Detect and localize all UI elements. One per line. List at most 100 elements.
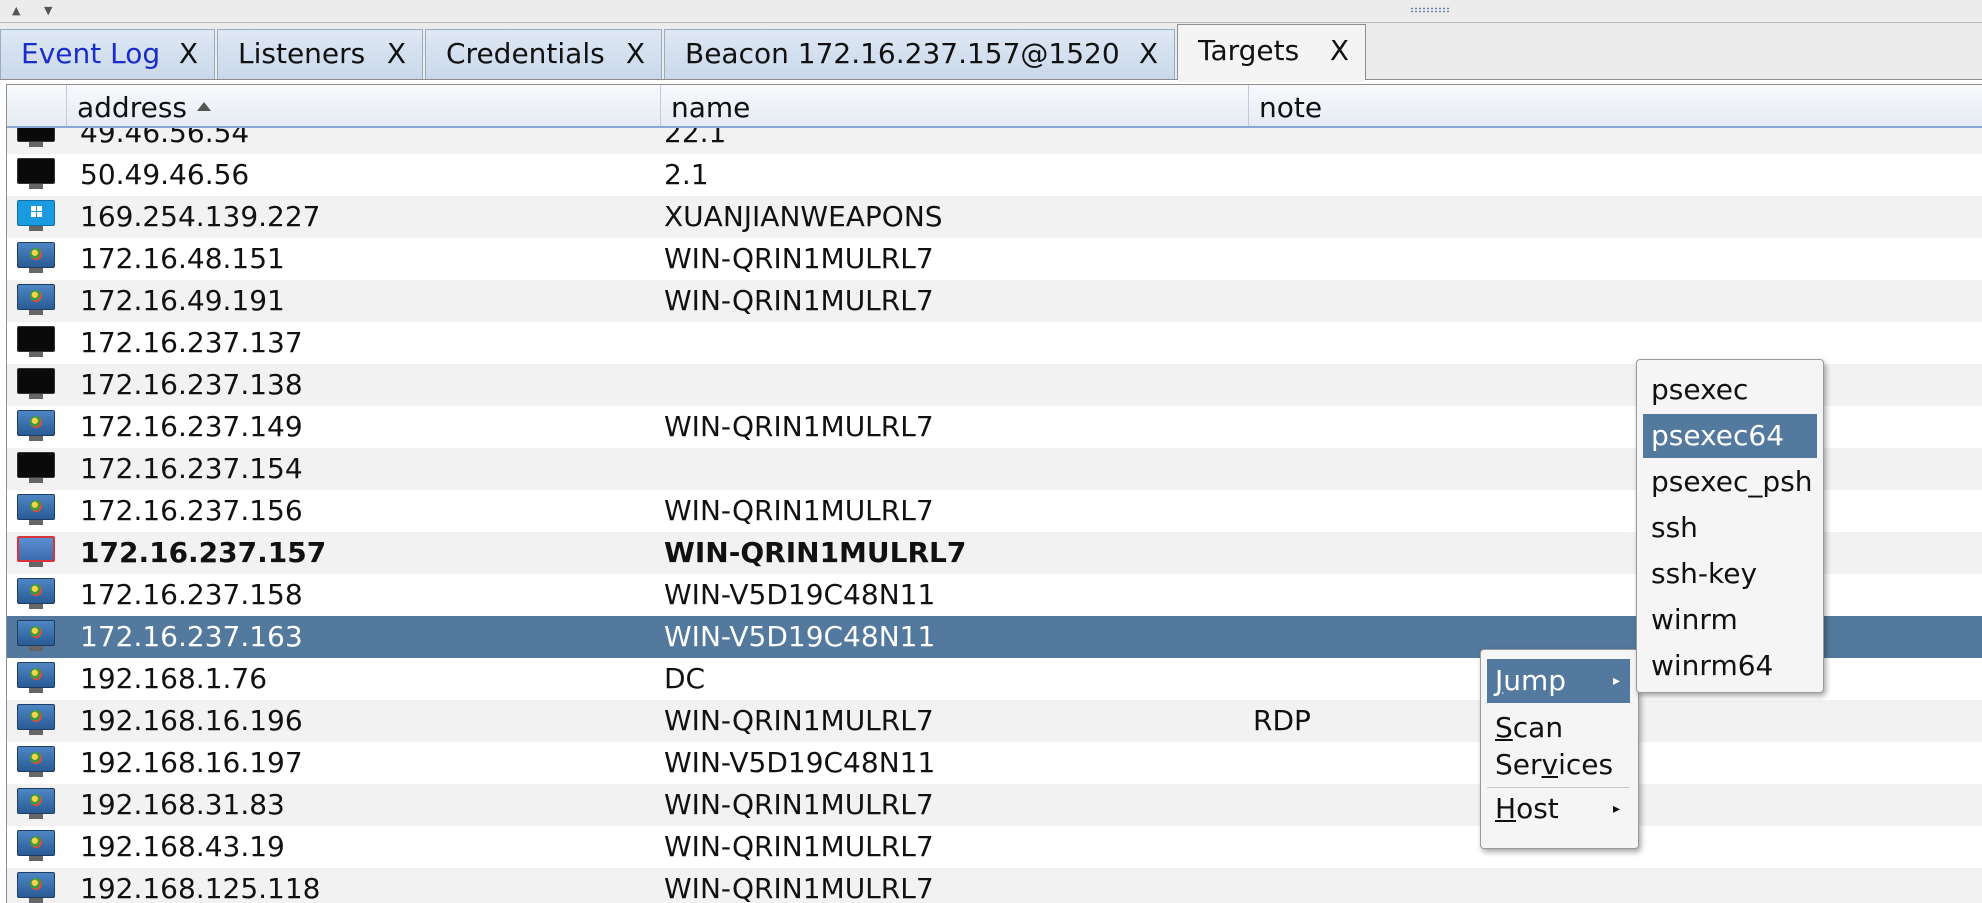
monitor-screen <box>17 200 55 226</box>
menu-item-label: ump <box>1503 664 1567 697</box>
icon-column-header[interactable] <box>7 85 67 126</box>
jump-option-psexec64[interactable]: psexec64 <box>1643 414 1817 458</box>
black-monitor-icon <box>17 452 57 484</box>
name-cell: WIN-QRIN1MULRL7 <box>664 536 967 569</box>
window-top-strip: ▲ ▼ <box>0 0 1982 23</box>
monitor-stand <box>29 268 43 273</box>
context-menu-item-host[interactable]: Host ▸ <box>1487 787 1630 831</box>
monitor-stand <box>29 226 43 231</box>
tab-credentials[interactable]: Credentials X <box>425 29 662 79</box>
address-cell: 192.168.1.76 <box>80 662 268 695</box>
note-cell <box>1253 128 1753 154</box>
mnemonic-letter: v <box>1541 748 1559 781</box>
monitor-stand <box>29 310 43 315</box>
tab-listeners[interactable]: Listeners X <box>217 29 423 79</box>
monitor-stand <box>29 562 43 567</box>
monitor-screen <box>17 662 55 688</box>
tab-label: Listeners <box>238 37 366 70</box>
address-cell: 50.49.46.56 <box>80 158 250 191</box>
split-pane-grip[interactable] <box>1410 7 1450 13</box>
context-menu-item-jump[interactable]: Jump ▸ <box>1487 659 1630 703</box>
address-cell: 172.16.237.157 <box>80 536 327 569</box>
column-header-label: address <box>77 91 188 124</box>
tab-close-icon[interactable]: X <box>1139 30 1158 78</box>
column-header-name[interactable]: name <box>661 85 1249 126</box>
beacon-windows-icon <box>17 536 57 568</box>
column-header-address[interactable]: address <box>67 85 661 126</box>
table-row[interactable]: 192.168.16.196 WIN-QRIN1MULRL7 RDP <box>7 700 1982 742</box>
jump-option-ssh-key[interactable]: ssh-key <box>1643 552 1817 596</box>
table-row[interactable]: 192.168.43.19 WIN-QRIN1MULRL7 <box>7 826 1982 868</box>
menu-item-label: ost <box>1516 792 1559 825</box>
address-cell: 49.46.56.54 <box>80 128 250 149</box>
tab-close-icon[interactable]: X <box>179 30 198 78</box>
windows-icon <box>17 662 57 694</box>
name-cell: WIN-QRIN1MULRL7 <box>664 410 934 443</box>
note-cell <box>1253 238 1753 280</box>
column-header-label: name <box>671 91 751 124</box>
table-row[interactable]: 169.254.139.227 XUANJIANWEAPONS <box>7 196 1982 238</box>
tab-label: Targets <box>1198 34 1300 67</box>
black-monitor-icon <box>17 326 57 358</box>
monitor-stand <box>29 478 43 483</box>
address-cell: 172.16.237.154 <box>80 452 303 485</box>
scroll-down-arrow-icon[interactable]: ▼ <box>44 4 52 17</box>
jump-option-psexec-psh[interactable]: psexec_psh <box>1643 460 1817 504</box>
note-cell <box>1253 196 1753 238</box>
table-row[interactable]: 50.49.46.56 2.1 <box>7 154 1982 196</box>
name-cell: WIN-V5D19C48N11 <box>664 620 936 653</box>
address-cell: 192.168.43.19 <box>80 830 285 863</box>
table-row[interactable]: 192.168.31.83 WIN-QRIN1MULRL7 <box>7 784 1982 826</box>
address-cell: 172.16.237.158 <box>80 578 303 611</box>
note-cell <box>1253 868 1753 903</box>
monitor-screen <box>17 368 55 394</box>
table-row[interactable]: 172.16.49.191 WIN-QRIN1MULRL7 <box>7 280 1982 322</box>
address-cell: 192.168.125.118 <box>80 872 321 903</box>
address-cell: 172.16.49.191 <box>80 284 285 317</box>
name-cell <box>664 322 1234 364</box>
tab-close-icon[interactable]: X <box>387 30 406 78</box>
address-cell: 172.16.237.149 <box>80 410 303 443</box>
monitor-screen <box>17 128 55 142</box>
jump-option-winrm64[interactable]: winrm64 <box>1643 644 1817 688</box>
context-menu-item-services[interactable]: Services <box>1487 743 1630 787</box>
monitor-screen <box>17 242 55 268</box>
table-row[interactable]: 172.16.48.151 WIN-QRIN1MULRL7 <box>7 238 1982 280</box>
name-cell: DC <box>664 662 706 695</box>
monitor-stand <box>29 814 43 819</box>
tab-close-icon[interactable]: X <box>1330 25 1349 77</box>
table-row[interactable]: 192.168.16.197 WIN-V5D19C48N11 <box>7 742 1982 784</box>
address-cell: 172.16.237.163 <box>80 620 303 653</box>
black-monitor-icon <box>17 368 57 400</box>
tab-targets[interactable]: Targets X <box>1177 24 1366 82</box>
tab-event-log[interactable]: Event Log X <box>0 29 215 79</box>
windows-icon <box>17 284 57 316</box>
column-header-note[interactable]: note <box>1249 85 1982 126</box>
scroll-up-arrow-icon[interactable]: ▲ <box>12 4 20 17</box>
monitor-stand <box>29 856 43 861</box>
windows-icon <box>17 830 57 862</box>
jump-option-psexec[interactable]: psexec <box>1643 368 1817 412</box>
table-row[interactable]: 192.168.125.118 WIN-QRIN1MULRL7 <box>7 868 1982 903</box>
menu-item-label: ices <box>1558 748 1614 781</box>
name-cell: WIN-QRIN1MULRL7 <box>664 284 934 317</box>
monitor-stand <box>29 604 43 609</box>
name-cell: WIN-QRIN1MULRL7 <box>664 788 934 821</box>
tab-close-icon[interactable]: X <box>626 30 645 78</box>
windows-icon <box>17 494 57 526</box>
table-header: address name note <box>7 85 1982 128</box>
tab-beacon[interactable]: Beacon 172.16.237.157@1520 X <box>664 29 1175 79</box>
jump-option-winrm[interactable]: winrm <box>1643 598 1817 642</box>
jump-option-ssh[interactable]: ssh <box>1643 506 1817 550</box>
submenu-arrow-icon: ▸ <box>1612 673 1620 689</box>
table-row[interactable]: 172.16.237.137 <box>7 322 1982 364</box>
table-row[interactable]: 49.46.56.54 22.1 <box>7 128 1982 154</box>
monitor-screen <box>17 494 55 520</box>
address-cell: 172.16.48.151 <box>80 242 285 275</box>
name-cell: WIN-QRIN1MULRL7 <box>664 830 934 863</box>
tab-bar: Event Log X Listeners X Credentials X Be… <box>0 23 1982 82</box>
monitor-screen <box>17 536 55 562</box>
name-cell: 22.1 <box>664 128 727 149</box>
monitor-stand <box>29 730 43 735</box>
address-cell: 192.168.16.197 <box>80 746 303 779</box>
